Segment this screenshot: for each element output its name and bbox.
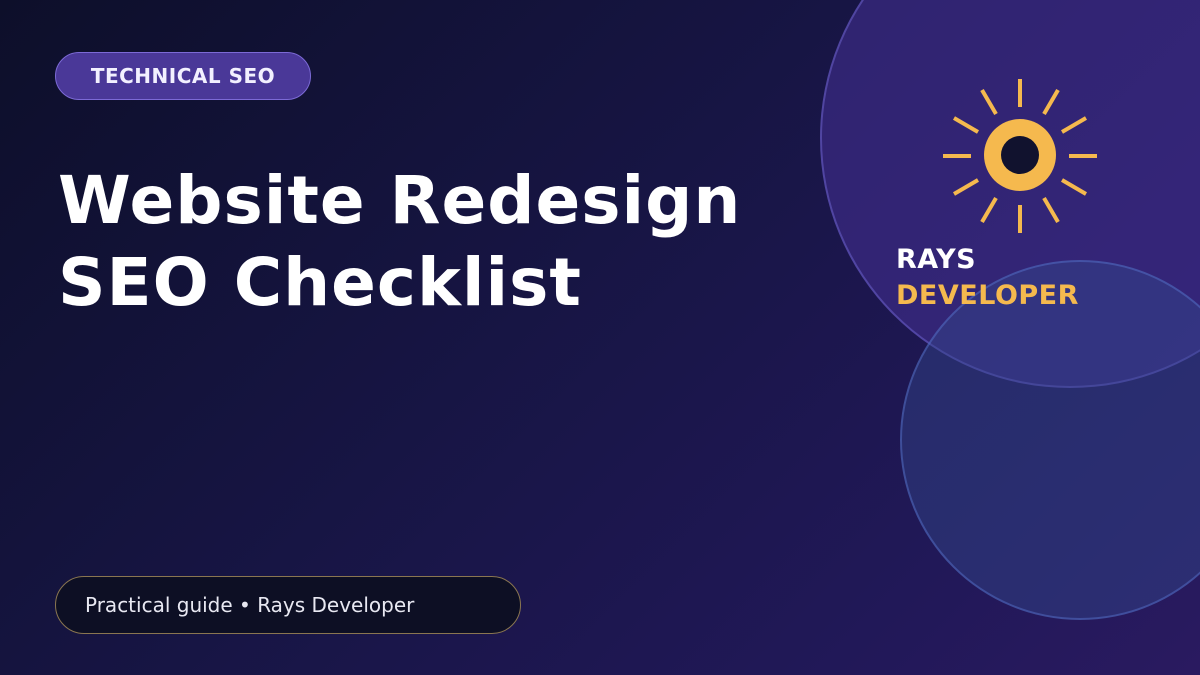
- category-badge-label: TECHNICAL SEO: [90, 64, 276, 88]
- category-badge: TECHNICAL SEO: [55, 52, 311, 100]
- footer-caption: Practical guide • Rays Developer: [55, 576, 521, 634]
- sun-icon: [940, 76, 1100, 236]
- page-title-line-1: Website Redesign: [58, 162, 742, 239]
- page-title-line-2: SEO Checklist: [58, 244, 582, 321]
- brand-name-primary: RAYS: [896, 244, 977, 275]
- cover-canvas: TECHNICAL SEO Website Redesign SEO Check…: [0, 0, 1200, 675]
- footer-caption-text: Practical guide • Rays Developer: [85, 593, 415, 617]
- brand-name-secondary: DEVELOPER: [896, 280, 1079, 311]
- page-title: Website Redesign SEO Checklist: [58, 160, 798, 324]
